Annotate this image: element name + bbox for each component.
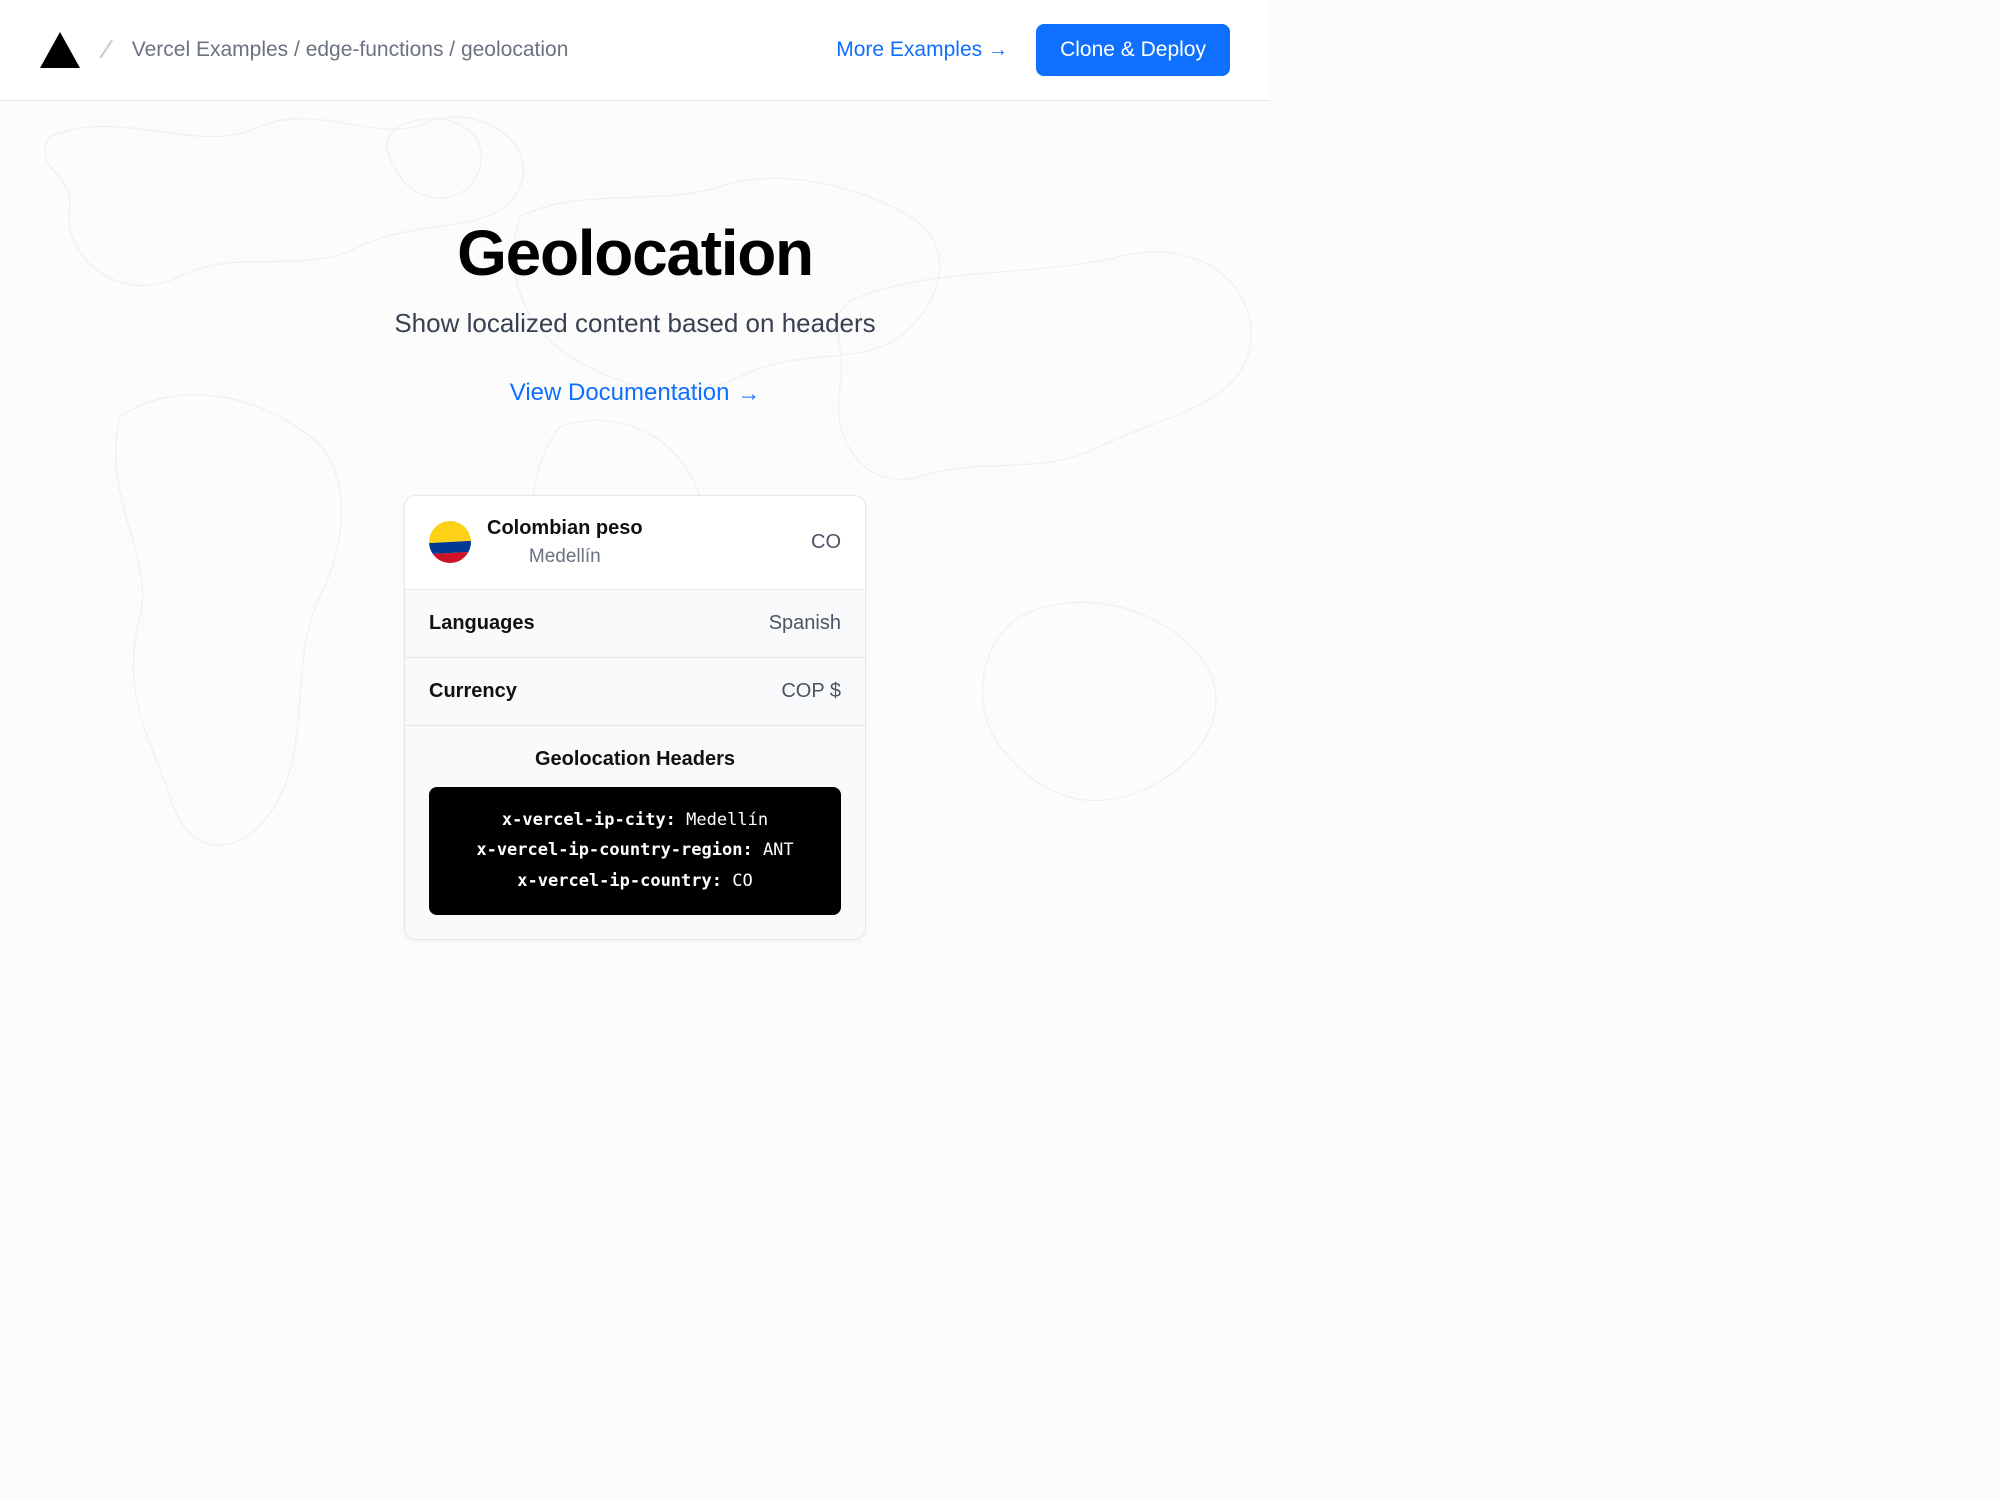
card-header-row: Colombian peso Medellín CO xyxy=(405,496,865,589)
headers-code-block: x-vercel-ip-city: Medellín x-vercel-ip-c… xyxy=(429,787,841,915)
arrow-right-icon: → xyxy=(737,380,760,407)
app-header: / Vercel Examples / edge-functions / geo… xyxy=(0,0,1270,101)
header-value: ANT xyxy=(763,840,794,860)
header-key: x-vercel-ip-country-region: xyxy=(476,840,752,860)
clone-deploy-button[interactable]: Clone & Deploy xyxy=(1036,24,1230,76)
arrow-right-icon: → xyxy=(988,39,1008,62)
currency-name: Colombian peso xyxy=(487,516,643,541)
view-documentation-label: View Documentation xyxy=(510,379,730,407)
vercel-logo-icon[interactable] xyxy=(40,32,80,68)
header-value: Medellín xyxy=(686,810,768,830)
languages-row: Languages Spanish xyxy=(405,589,865,657)
header-value: CO xyxy=(732,871,752,891)
languages-label: Languages xyxy=(429,612,535,635)
headers-title: Geolocation Headers xyxy=(429,748,841,771)
colombian-flag-icon xyxy=(428,520,472,564)
more-examples-label: More Examples xyxy=(836,38,982,62)
currency-value: COP $ xyxy=(781,680,841,703)
geolocation-card: Colombian peso Medellín CO Languages Spa… xyxy=(404,495,866,940)
languages-value: Spanish xyxy=(769,612,841,635)
currency-label: Currency xyxy=(429,680,517,703)
page-subtitle: Show localized content based on headers xyxy=(0,308,1270,339)
city-name: Medellín xyxy=(487,545,643,569)
page-title: Geolocation xyxy=(0,216,1270,290)
breadcrumb[interactable]: Vercel Examples / edge-functions / geolo… xyxy=(132,38,569,62)
hero-section: Geolocation Show localized content based… xyxy=(0,101,1270,940)
headers-section: Geolocation Headers x-vercel-ip-city: Me… xyxy=(405,725,865,939)
header-key: x-vercel-ip-country: xyxy=(517,871,722,891)
more-examples-link[interactable]: More Examples → xyxy=(836,38,1008,62)
currency-row: Currency COP $ xyxy=(405,657,865,725)
header-key: x-vercel-ip-city: xyxy=(502,810,676,830)
country-code: CO xyxy=(811,531,841,554)
view-documentation-link[interactable]: View Documentation → xyxy=(510,379,760,407)
breadcrumb-divider-icon: / xyxy=(76,27,135,73)
